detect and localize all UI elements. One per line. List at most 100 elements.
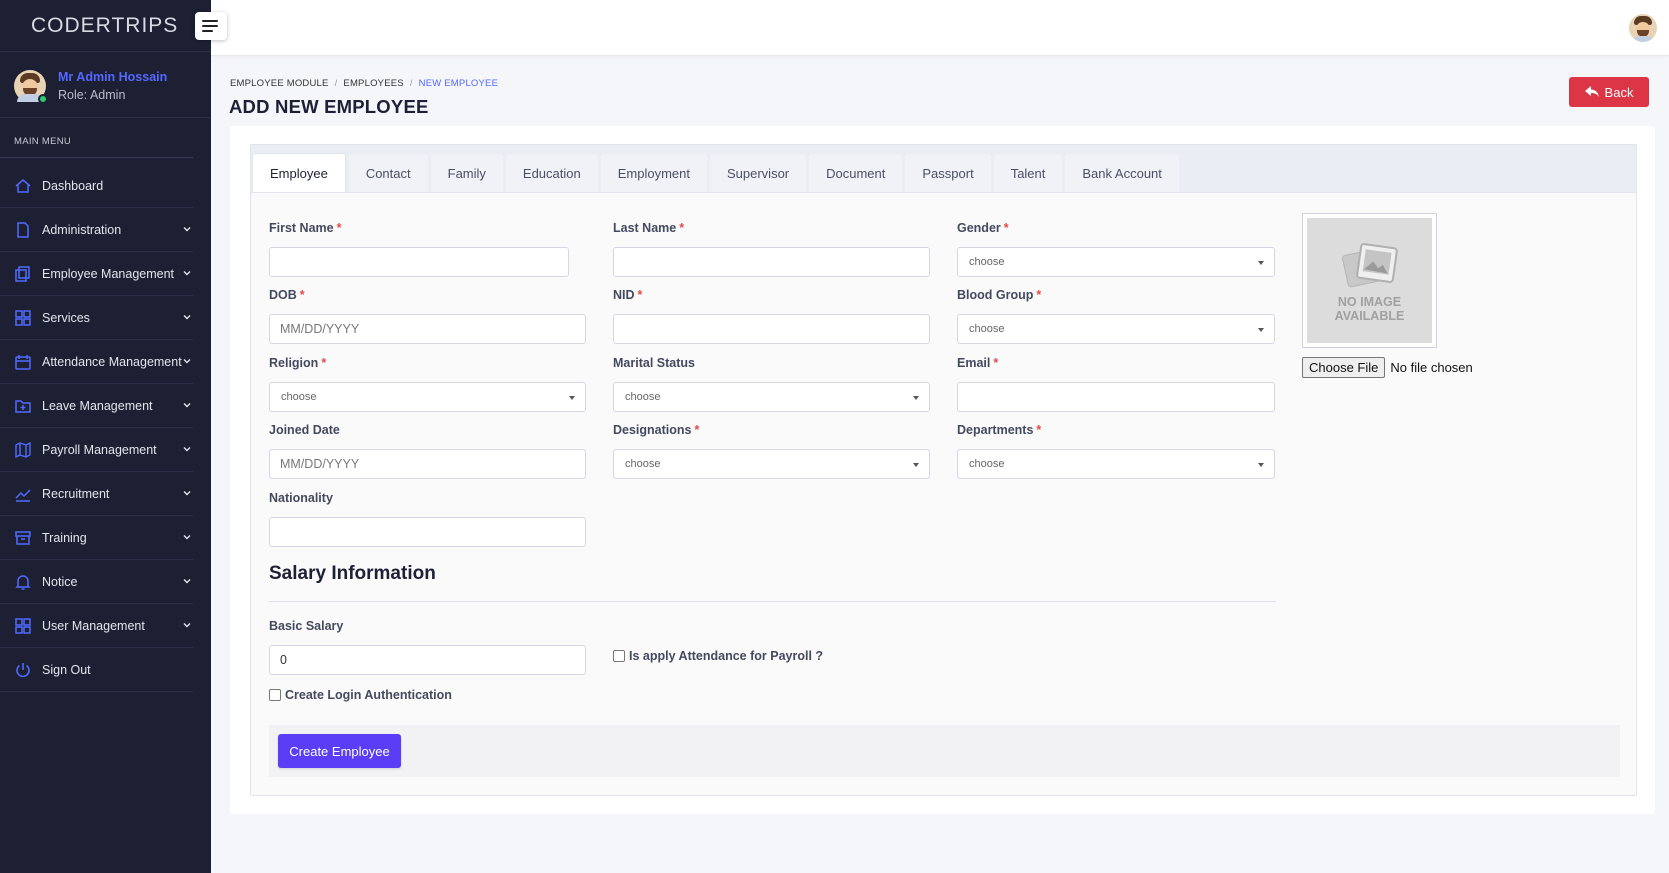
sidebar-item-administration[interactable]: Administration bbox=[0, 208, 193, 252]
sidebar-item-label: Attendance Management bbox=[42, 354, 182, 369]
sidebar-item-label: Training bbox=[42, 530, 87, 545]
religion-select[interactable]: choose bbox=[269, 382, 586, 412]
back-button[interactable]: Back bbox=[1569, 77, 1649, 107]
tab-employee[interactable]: Employee bbox=[252, 153, 346, 192]
sidebar-item-label: Recruitment bbox=[42, 486, 110, 501]
tab-bank-account[interactable]: Bank Account bbox=[1065, 154, 1179, 192]
menu-section-title: MAIN MENU bbox=[0, 118, 193, 158]
caret-down-icon bbox=[1258, 328, 1264, 332]
file-upload: Choose File No file chosen bbox=[1302, 357, 1473, 378]
sidebar-item-label: Services bbox=[42, 310, 90, 325]
caret-down-icon bbox=[1258, 463, 1264, 467]
tab-education[interactable]: Education bbox=[505, 154, 598, 192]
departments-label: Departments * bbox=[957, 423, 1042, 437]
sidebar-item-user-management[interactable]: User Management bbox=[0, 604, 193, 648]
archive-icon bbox=[14, 529, 32, 547]
gender-select[interactable]: choose bbox=[957, 247, 1275, 277]
home-icon bbox=[14, 177, 32, 195]
sidebar-item-notice[interactable]: Notice bbox=[0, 560, 193, 604]
create-employee-button[interactable]: Create Employee bbox=[278, 734, 401, 768]
sidebar-item-services[interactable]: Services bbox=[0, 296, 193, 340]
departments-select[interactable]: choose bbox=[957, 449, 1275, 479]
sidebar-item-label: Payroll Management bbox=[42, 442, 157, 457]
dob-label: DOB * bbox=[269, 288, 305, 302]
map-icon bbox=[14, 441, 32, 459]
grid-icon bbox=[14, 617, 32, 635]
last-name-input[interactable] bbox=[613, 247, 930, 277]
basic-salary-input[interactable]: 0 bbox=[269, 645, 586, 675]
blood-group-label: Blood Group * bbox=[957, 288, 1042, 302]
login-auth-option: Create Login Authentication bbox=[269, 688, 452, 702]
tab-contact[interactable]: Contact bbox=[348, 154, 428, 192]
tab-passport[interactable]: Passport bbox=[905, 154, 991, 192]
sidebar-item-label: Sign Out bbox=[42, 662, 91, 677]
grid-icon bbox=[14, 309, 32, 327]
blood-group-select[interactable]: choose bbox=[957, 314, 1275, 344]
sidebar-item-label: Employee Management bbox=[42, 266, 175, 281]
avatar[interactable] bbox=[14, 69, 48, 104]
sidebar-item-recruitment[interactable]: Recruitment bbox=[0, 472, 193, 516]
tab-document[interactable]: Document bbox=[809, 154, 903, 192]
tab-bar: Employee Contact Family Education Employment… bbox=[251, 145, 1636, 193]
attendance-payroll-option: Is apply Attendance for Payroll ? bbox=[613, 649, 823, 663]
joined-date-input[interactable]: MM/DD/YYYY bbox=[269, 449, 586, 479]
user-name[interactable]: Mr Admin Hossain bbox=[58, 70, 167, 84]
sidebar-item-dashboard[interactable]: Dashboard bbox=[0, 164, 193, 208]
attendance-payroll-checkbox[interactable] bbox=[613, 650, 625, 662]
sidebar-item-training[interactable]: Training bbox=[0, 516, 193, 560]
user-profile: Mr Admin Hossain Role: Admin bbox=[0, 52, 211, 118]
marital-status-select[interactable]: choose bbox=[613, 382, 930, 412]
user-role: Role: Admin bbox=[58, 87, 126, 102]
trend-icon bbox=[14, 485, 32, 503]
nid-input[interactable] bbox=[613, 314, 930, 344]
chevron-down-icon bbox=[183, 491, 191, 496]
top-bar bbox=[195, 0, 1669, 56]
tab-talent[interactable]: Talent bbox=[993, 154, 1063, 192]
email-input[interactable] bbox=[957, 382, 1275, 412]
gender-label: Gender * bbox=[957, 221, 1009, 235]
chevron-down-icon bbox=[183, 359, 191, 364]
sidebar-item-payroll-management[interactable]: Payroll Management bbox=[0, 428, 193, 472]
sidebar-item-leave-management[interactable]: Leave Management bbox=[0, 384, 193, 428]
first-name-input[interactable] bbox=[269, 247, 569, 277]
breadcrumb-employees[interactable]: EMPLOYEES bbox=[343, 78, 403, 89]
sidebar-item-label: Administration bbox=[42, 222, 122, 237]
sidebar-item-employee-management[interactable]: Employee Management bbox=[0, 252, 193, 296]
designations-select[interactable]: choose bbox=[613, 449, 930, 479]
nationality-input[interactable] bbox=[269, 517, 586, 547]
form-footer: Create Employee bbox=[269, 725, 1620, 777]
dob-input[interactable]: MM/DD/YYYY bbox=[269, 314, 586, 344]
reply-arrow-icon bbox=[1584, 86, 1599, 97]
bell-icon bbox=[14, 573, 32, 591]
tab-employment[interactable]: Employment bbox=[600, 154, 707, 192]
layers-icon bbox=[14, 265, 32, 283]
email-label: Email * bbox=[957, 356, 999, 370]
document-icon bbox=[14, 221, 32, 239]
choose-file-button[interactable]: Choose File bbox=[1302, 357, 1386, 378]
folder-plus-icon bbox=[14, 397, 32, 415]
sidebar-item-label: Notice bbox=[42, 574, 78, 589]
chevron-down-icon bbox=[183, 271, 191, 276]
tab-supervisor[interactable]: Supervisor bbox=[709, 154, 807, 192]
sidebar-item-label: Dashboard bbox=[42, 178, 104, 193]
no-image-line2: AVAILABLE bbox=[1334, 309, 1405, 323]
tab-family[interactable]: Family bbox=[430, 154, 503, 192]
first-name-label: First Name * bbox=[269, 221, 342, 235]
sidebar-item-sign-out[interactable]: Sign Out bbox=[0, 648, 193, 692]
menu-toggle-button[interactable] bbox=[195, 12, 227, 40]
chevron-down-icon bbox=[183, 447, 191, 452]
sidebar-item-attendance-management[interactable]: Attendance Management bbox=[0, 340, 193, 384]
top-avatar[interactable] bbox=[1629, 14, 1657, 42]
religion-label: Religion * bbox=[269, 356, 327, 370]
power-icon bbox=[14, 661, 32, 679]
caret-down-icon bbox=[913, 463, 919, 467]
no-image-icon bbox=[1342, 243, 1398, 288]
nationality-label: Nationality bbox=[269, 491, 333, 505]
login-auth-checkbox[interactable] bbox=[269, 689, 281, 701]
brand-logo[interactable]: CODERTRIPS bbox=[0, 0, 211, 52]
caret-down-icon bbox=[913, 396, 919, 400]
chevron-down-icon bbox=[183, 403, 191, 408]
breadcrumb-employee-module[interactable]: EMPLOYEE MODULE bbox=[230, 78, 329, 89]
nid-label: NID * bbox=[613, 288, 643, 302]
sidebar: CODERTRIPS Mr Admin Hossain Role: Admin … bbox=[0, 0, 211, 873]
